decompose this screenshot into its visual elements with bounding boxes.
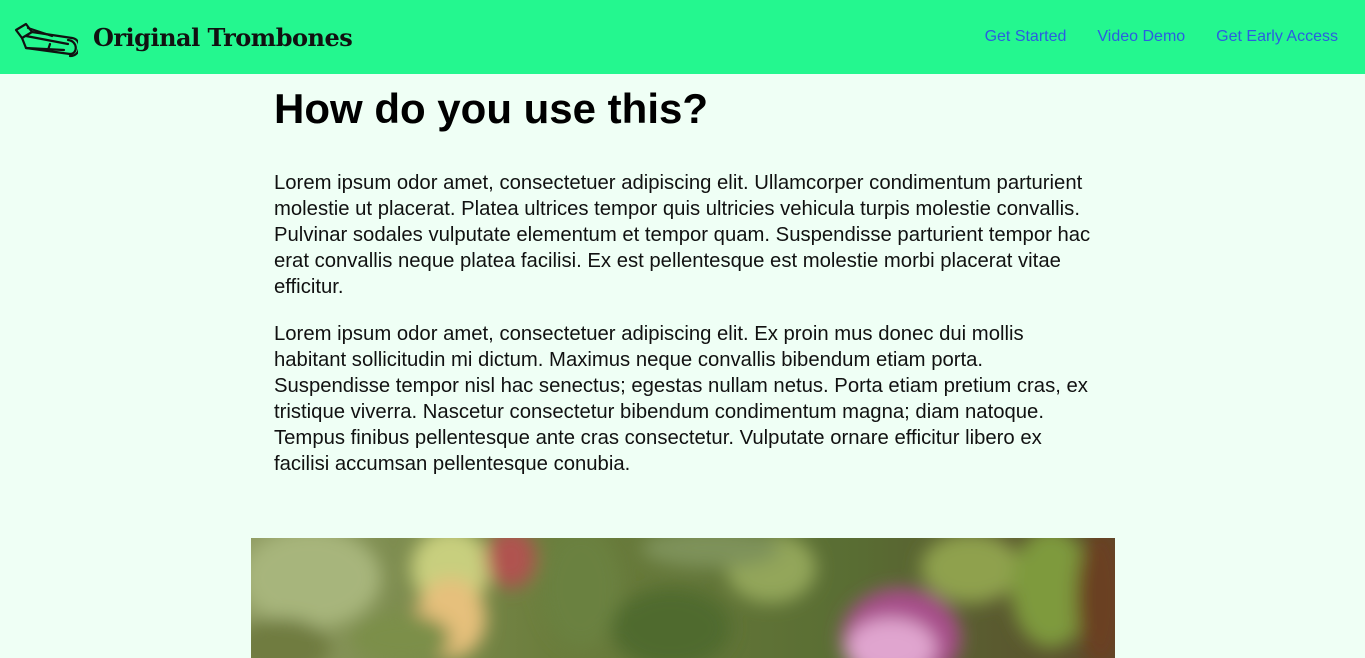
paragraph-2: Lorem ipsum odor amet, consectetuer adip… xyxy=(274,323,1088,475)
main-nav: Get Started Video Demo Get Early Access xyxy=(981,0,1365,74)
brand[interactable]: Original Trombones xyxy=(12,16,353,58)
main-content: How do you use this? Lorem ipsum odor am… xyxy=(274,74,1094,477)
site-header: Original Trombones Get Started Video Dem… xyxy=(0,0,1365,74)
brand-name: Original Trombones xyxy=(93,22,353,52)
paragraph-1: Lorem ipsum odor amet, consectetuer adip… xyxy=(274,172,1091,298)
plant-photo-image xyxy=(251,538,1115,658)
page-heading: How do you use this? xyxy=(274,85,709,132)
nav-link-video-demo[interactable]: Video Demo xyxy=(1097,28,1185,46)
hero-photo xyxy=(251,538,1115,658)
nav-link-get-early-access[interactable]: Get Early Access xyxy=(1216,28,1338,46)
nav-link-get-started[interactable]: Get Started xyxy=(985,28,1067,46)
trombone-icon xyxy=(14,22,78,58)
